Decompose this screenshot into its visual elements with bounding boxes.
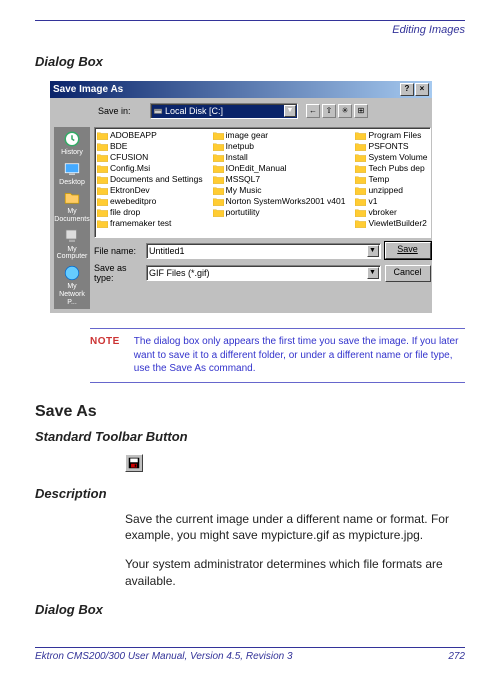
place-history[interactable]: History bbox=[54, 130, 90, 157]
file-name-input[interactable]: Untitled1 ▼ bbox=[146, 243, 381, 259]
note-box: NOTE The dialog box only appears the fir… bbox=[90, 328, 465, 383]
list-item[interactable]: Temp bbox=[355, 174, 427, 184]
heading-description: Description bbox=[35, 486, 465, 501]
list-item[interactable]: image gear bbox=[213, 130, 346, 140]
list-item[interactable]: portutility bbox=[213, 207, 346, 217]
list-item[interactable]: Tech Pubs dep bbox=[355, 163, 427, 173]
chevron-down-icon[interactable]: ▼ bbox=[284, 105, 296, 117]
up-folder-icon[interactable]: ⇧ bbox=[322, 104, 336, 118]
list-item[interactable]: unzipped bbox=[355, 185, 427, 195]
list-item[interactable]: ADOBEAPP bbox=[97, 130, 203, 140]
save-in-label: Save in: bbox=[98, 106, 146, 116]
list-item[interactable]: v1 bbox=[355, 196, 427, 206]
note-label: NOTE bbox=[90, 335, 120, 376]
save-as-toolbar-button[interactable] bbox=[125, 454, 143, 472]
list-item[interactable]: framemaker test bbox=[97, 218, 203, 228]
place-my-network[interactable]: My Network P... bbox=[54, 264, 90, 306]
new-folder-icon[interactable]: ✳ bbox=[338, 104, 352, 118]
list-item[interactable]: PSFONTS bbox=[355, 141, 427, 151]
list-item[interactable]: ewebeditpro bbox=[97, 196, 203, 206]
save-in-value: Local Disk [C:] bbox=[165, 106, 223, 116]
file-name-label: File name: bbox=[94, 246, 142, 256]
places-bar: History Desktop My Documents My Computer bbox=[54, 127, 90, 309]
list-item[interactable]: BDE bbox=[97, 141, 203, 151]
list-item[interactable]: Program Files bbox=[355, 130, 427, 140]
back-icon[interactable]: ← bbox=[306, 104, 320, 118]
file-list[interactable]: ADOBEAPPBDECFUSIONConfig.MsiDocuments an… bbox=[94, 127, 431, 238]
list-item[interactable]: Config.Msi bbox=[97, 163, 203, 173]
page-header: Editing Images bbox=[35, 24, 465, 36]
place-my-computer[interactable]: My Computer bbox=[54, 227, 90, 261]
heading-save-as: Save As bbox=[35, 403, 465, 421]
save-button[interactable]: Save bbox=[385, 242, 431, 259]
list-item[interactable]: IOnEdit_Manual bbox=[213, 163, 346, 173]
list-item[interactable]: EktronDev bbox=[97, 185, 203, 195]
place-desktop[interactable]: Desktop bbox=[54, 160, 90, 187]
description-p2: Your system administrator determines whi… bbox=[125, 556, 465, 590]
save-type-label: Save as type: bbox=[94, 263, 142, 283]
list-item[interactable]: Inetpub bbox=[213, 141, 346, 151]
save-image-dialog: Save Image As ? × Save in: Local Disk [C… bbox=[50, 81, 432, 313]
list-item[interactable]: Documents and Settings bbox=[97, 174, 203, 184]
list-item[interactable]: CFUSION bbox=[97, 152, 203, 162]
cancel-button[interactable]: Cancel bbox=[385, 265, 431, 282]
save-in-combo[interactable]: Local Disk [C:] ▼ bbox=[150, 103, 298, 119]
help-icon[interactable]: ? bbox=[400, 83, 414, 96]
save-type-combo[interactable]: GIF Files (*.gif) ▼ bbox=[146, 265, 381, 281]
list-item[interactable]: Norton SystemWorks2001 v401 bbox=[213, 196, 346, 206]
dialog-titlebar: Save Image As ? × bbox=[50, 81, 432, 98]
list-item[interactable]: My Music bbox=[213, 185, 346, 195]
chevron-down-icon[interactable]: ▼ bbox=[367, 245, 379, 257]
list-item[interactable]: ViewletBuilder2 bbox=[355, 218, 427, 228]
page-footer: Ektron CMS200/300 User Manual, Version 4… bbox=[35, 647, 465, 662]
place-my-documents[interactable]: My Documents bbox=[54, 189, 90, 223]
floppy-icon bbox=[128, 457, 140, 469]
close-icon[interactable]: × bbox=[415, 83, 429, 96]
list-item[interactable]: file drop bbox=[97, 207, 203, 217]
description-p1: Save the current image under a different… bbox=[125, 511, 465, 545]
disk-icon bbox=[153, 106, 163, 116]
dialog-title: Save Image As bbox=[53, 84, 400, 95]
view-menu-icon[interactable]: ⊞ bbox=[354, 104, 368, 118]
chevron-down-icon[interactable]: ▼ bbox=[367, 267, 379, 279]
heading-dialog-box: Dialog Box bbox=[35, 54, 465, 69]
list-item[interactable]: vbroker bbox=[355, 207, 427, 217]
heading-standard-toolbar: Standard Toolbar Button bbox=[35, 429, 465, 444]
list-item[interactable]: MSSQL7 bbox=[213, 174, 346, 184]
list-item[interactable]: Install bbox=[213, 152, 346, 162]
list-item[interactable]: System Volume bbox=[355, 152, 427, 162]
page-number: 272 bbox=[448, 651, 465, 662]
heading-dialog-box-2: Dialog Box bbox=[35, 602, 465, 617]
footer-title: Ektron CMS200/300 User Manual, Version 4… bbox=[35, 651, 293, 662]
note-text: The dialog box only appears the first ti… bbox=[134, 335, 465, 376]
